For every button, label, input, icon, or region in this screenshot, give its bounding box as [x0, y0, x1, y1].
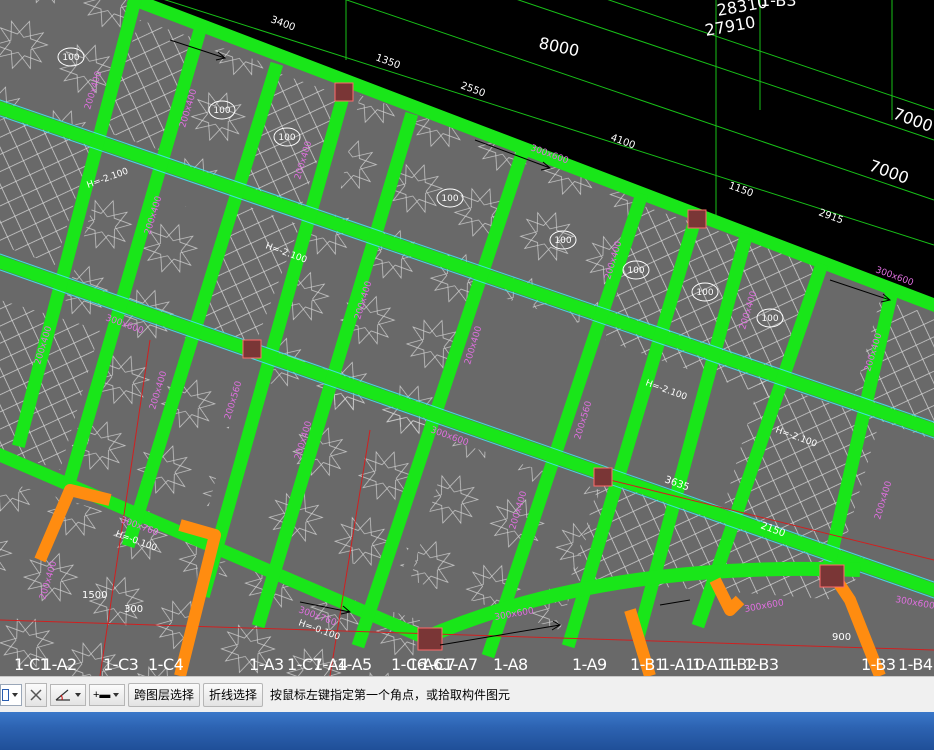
slab-thickness-label: 100: [278, 133, 295, 143]
grid-label-b3: 1-B3: [760, 0, 797, 10]
chevron-down-icon: [12, 692, 18, 697]
angle-icon: [55, 689, 70, 701]
slab-thickness-label: 100: [213, 106, 230, 116]
selection-toolbar: +▬ 跨图层选择 折线选择 按鼠标左键指定第一个角点，或拾取构件图元: [0, 676, 934, 712]
cross-select-button[interactable]: [25, 682, 47, 707]
dim-900: 900: [832, 632, 851, 643]
slab-thickness-label: 100: [62, 53, 79, 63]
angle-mode-dropdown[interactable]: [50, 683, 86, 706]
cross-icon: [30, 688, 42, 701]
command-prompt: 按鼠标左键指定第一个角点，或拾取构件图元: [270, 688, 511, 702]
desktop-background: [0, 712, 934, 750]
slab-thickness-label: 100: [441, 194, 458, 204]
slab-thickness-label: 100: [696, 288, 713, 298]
cad-drawing-canvas[interactable]: 3400 1350 2550 4100 1150 2915 8000 27910…: [0, 0, 934, 676]
select-mode-dropdown[interactable]: [0, 683, 22, 706]
floor-plan-drawing[interactable]: 3400 1350 2550 4100 1150 2915 8000 27910…: [0, 0, 934, 676]
snap-mode-dropdown[interactable]: +▬: [89, 683, 125, 706]
dim-300: 300: [124, 604, 143, 615]
rectangle-select-icon: [2, 688, 9, 701]
slab-thickness-label: 100: [761, 314, 778, 324]
chevron-down-icon: [75, 692, 81, 697]
polyline-select-button[interactable]: 折线选择: [203, 682, 264, 707]
chevron-down-icon: [113, 692, 120, 697]
dim-1500: 1500: [82, 590, 107, 601]
cross-layer-select-button[interactable]: 跨图层选择: [128, 682, 201, 707]
slab-thickness-label: 100: [627, 266, 644, 276]
snap-point-icon: +▬: [93, 688, 111, 701]
slab-thickness-label: 100: [554, 236, 571, 246]
